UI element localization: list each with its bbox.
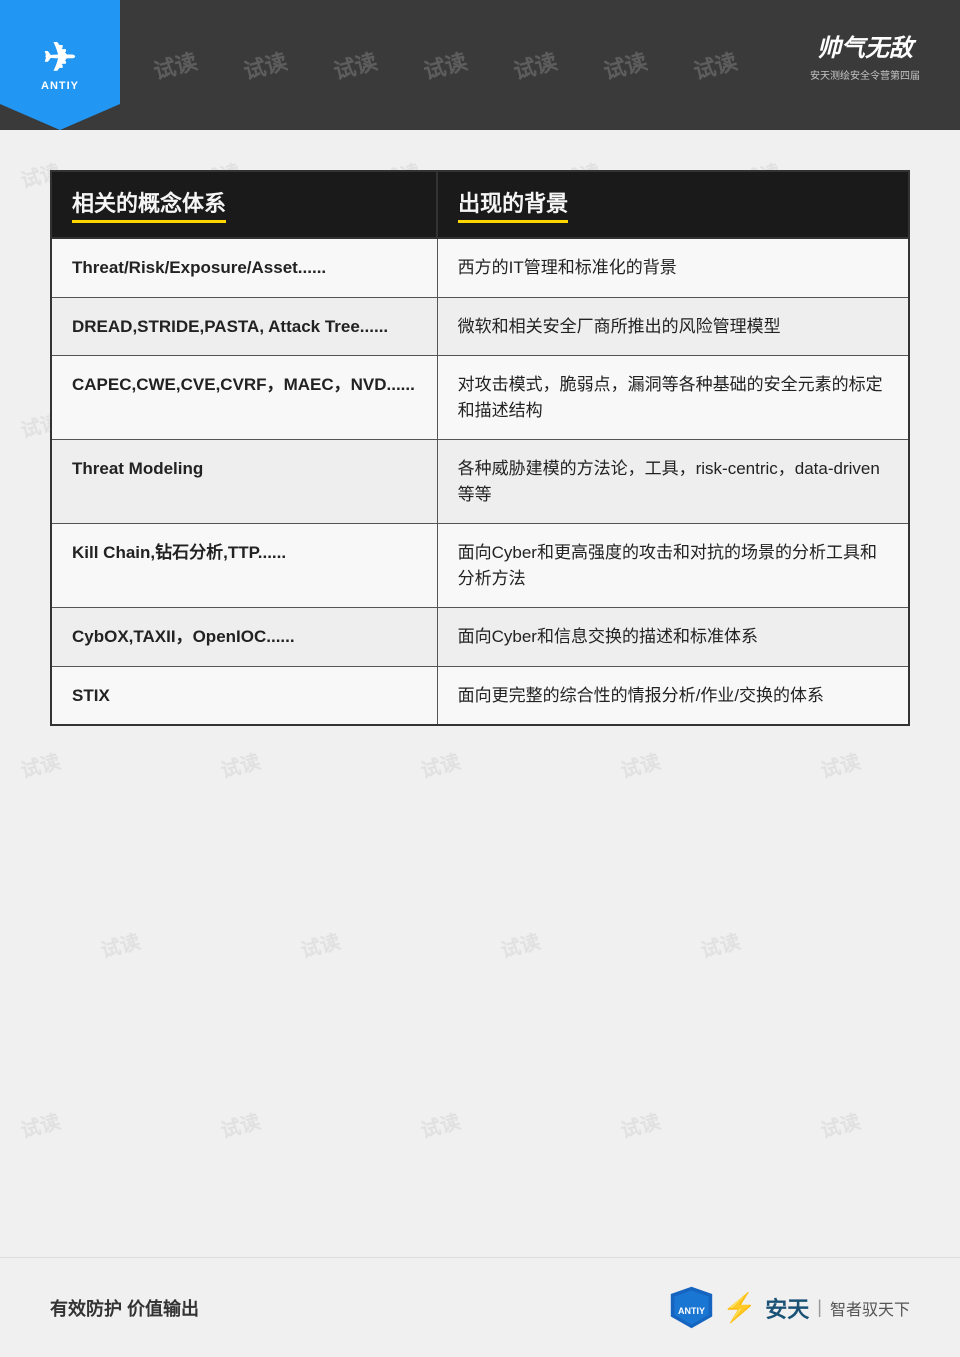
table-row: Kill Chain,钻石分析,TTP......面向Cyber和更高强度的攻击… — [51, 524, 909, 608]
table-row: DREAD,STRIDE,PASTA, Attack Tree......微软和… — [51, 297, 909, 356]
table-row: STIX面向更完整的综合性的情报分析/作业/交换的体系 — [51, 666, 909, 725]
header-wm-4: 试读 — [420, 44, 471, 86]
lightning-icon: ⚡ — [722, 1291, 757, 1324]
table-header-row: 相关的概念体系 出现的背景 — [51, 171, 909, 238]
brand-logo-text: 帅气无敌 — [817, 28, 913, 63]
header-wm-6: 试读 — [600, 44, 651, 86]
main-content: 相关的概念体系 出现的背景 Threat/Risk/Exposure/Asset… — [50, 170, 910, 1227]
footer-left-text: 有效防护 价值输出 — [50, 1295, 199, 1321]
table-row: CAPEC,CWE,CVE,CVRF，MAEC，NVD......对攻击模式，脆… — [51, 356, 909, 440]
header-wm-2: 试读 — [240, 44, 291, 86]
col2-header: 出现的背景 — [437, 171, 909, 238]
header-wm-7: 试读 — [690, 44, 741, 86]
table-row: Threat/Risk/Exposure/Asset......西方的IT管理和… — [51, 238, 909, 297]
logo-icon: ✈ — [43, 38, 77, 78]
col1-header-text: 相关的概念体系 — [72, 186, 226, 223]
table-cell-left-0: Threat/Risk/Exposure/Asset...... — [51, 238, 437, 297]
header: ✈ ANTIY 试读 试读 试读 试读 试读 试读 试读 帅气无敌 安天测绘安全… — [0, 0, 960, 130]
brand-sub-text: 安天测绘安全令营第四届 — [810, 67, 920, 82]
header-wm-3: 试读 — [330, 44, 381, 86]
header-wm-1: 试读 — [150, 44, 201, 86]
footer-logo-icon: ANTIY — [669, 1285, 714, 1330]
col2-header-text: 出现的背景 — [458, 186, 568, 223]
footer-divider: | — [817, 1297, 822, 1318]
table-cell-right-1: 微软和相关安全厂商所推出的风险管理模型 — [437, 297, 909, 356]
table-cell-right-5: 面向Cyber和信息交换的描述和标准体系 — [437, 608, 909, 667]
header-wm-5: 试读 — [510, 44, 561, 86]
footer: 有效防护 价值输出 ANTIY ⚡ 安天 | 智者驭天下 — [0, 1257, 960, 1357]
header-right-logo: 帅气无敌 安天测绘安全令营第四届 — [790, 15, 940, 95]
footer-brand-name: 安天 — [765, 1292, 809, 1324]
table-cell-left-4: Kill Chain,钻石分析,TTP...... — [51, 524, 437, 608]
table-cell-left-3: Threat Modeling — [51, 440, 437, 524]
table-cell-right-3: 各种威胁建模的方法论，工具，risk-centric，data-driven等等 — [437, 440, 909, 524]
table-cell-right-4: 面向Cyber和更高强度的攻击和对抗的场景的分析工具和分析方法 — [437, 524, 909, 608]
data-table: 相关的概念体系 出现的背景 Threat/Risk/Exposure/Asset… — [50, 170, 910, 726]
table-row: CybOX,TAXII，OpenIOC......面向Cyber和信息交换的描述… — [51, 608, 909, 667]
table-cell-left-6: STIX — [51, 666, 437, 725]
logo-text: ANTIY — [41, 80, 79, 92]
footer-brand-slogan: 智者驭天下 — [830, 1296, 910, 1320]
table-row: Threat Modeling各种威胁建模的方法论，工具，risk-centri… — [51, 440, 909, 524]
logo-box: ✈ ANTIY — [0, 0, 120, 130]
table-cell-right-2: 对攻击模式，脆弱点，漏洞等各种基础的安全元素的标定和描述结构 — [437, 356, 909, 440]
table-cell-left-2: CAPEC,CWE,CVE,CVRF，MAEC，NVD...... — [51, 356, 437, 440]
table-cell-right-0: 西方的IT管理和标准化的背景 — [437, 238, 909, 297]
table-cell-left-1: DREAD,STRIDE,PASTA, Attack Tree...... — [51, 297, 437, 356]
col1-header: 相关的概念体系 — [51, 171, 437, 238]
footer-right-logo: ANTIY ⚡ 安天 | 智者驭天下 — [669, 1285, 910, 1330]
svg-text:ANTIY: ANTIY — [678, 1306, 705, 1316]
header-watermarks: 试读 试读 试读 试读 试读 试读 试读 — [130, 0, 760, 130]
table-cell-right-6: 面向更完整的综合性的情报分析/作业/交换的体系 — [437, 666, 909, 725]
table-cell-left-5: CybOX,TAXII，OpenIOC...... — [51, 608, 437, 667]
